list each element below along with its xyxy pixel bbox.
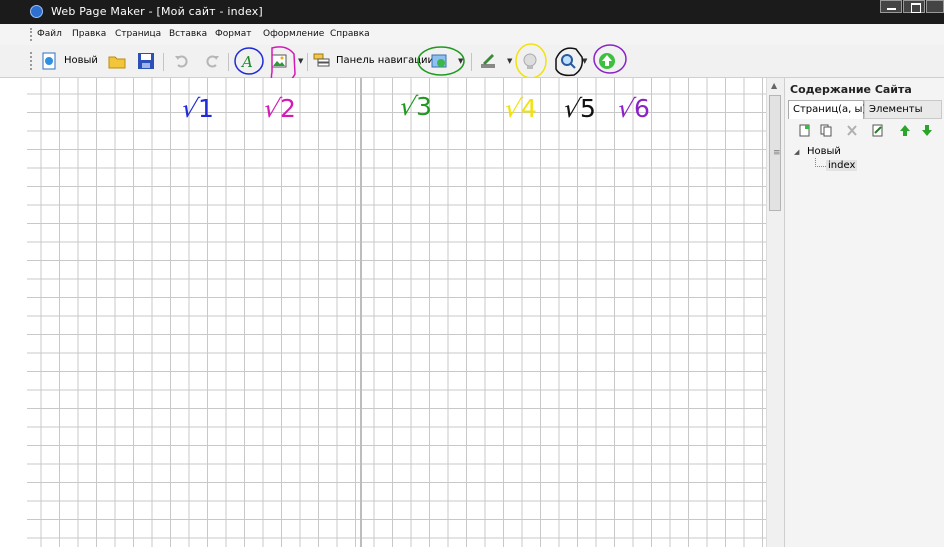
scrollbar-thumb[interactable]: ≡ <box>769 95 781 211</box>
restore-icon <box>911 3 921 13</box>
app-logo-icon <box>30 5 43 18</box>
page-properties-icon[interactable] <box>872 124 884 137</box>
delete-page-icon[interactable] <box>846 124 858 137</box>
window-title: Web Page Maker - [Мой сайт - index] <box>51 5 263 18</box>
tree-expand-icon[interactable]: ◢ <box>794 148 799 156</box>
move-up-arrow-icon[interactable] <box>899 124 911 137</box>
annotation-n2-label: 2 <box>279 94 296 123</box>
annotation-n3-label: 3 <box>415 92 432 121</box>
minimize-icon <box>887 8 896 10</box>
tree-page-index[interactable]: index <box>826 160 858 171</box>
canvas-scrollbar[interactable]: ▲ ≡ <box>766 78 784 547</box>
site-content-panel: Содержание Сайта Страниц(а, ы) Элементы … <box>784 78 944 547</box>
annotation-n4-label: 4 <box>520 94 537 123</box>
tab-elements[interactable]: Элементы <box>864 100 942 119</box>
title-bar: Web Page Maker - [Мой сайт - index] <box>0 0 944 24</box>
annotation-n6-label: 6 <box>633 94 650 123</box>
tab-pages[interactable]: Страниц(а, ы) <box>788 100 866 119</box>
page-width-guide <box>360 78 362 547</box>
annotation-n1-label: 1 <box>197 94 214 123</box>
annotation-n1: √1 <box>178 94 214 123</box>
scroll-up-icon[interactable]: ▲ <box>771 81 777 90</box>
menu-edit[interactable]: Правка <box>72 29 106 39</box>
menu-design[interactable]: Оформление <box>263 29 324 39</box>
panel-title: Содержание Сайта <box>790 83 912 96</box>
minimize-button[interactable] <box>880 0 902 13</box>
menu-bar: Файл Правка Страница Вставка Формат Офор… <box>0 24 944 46</box>
menu-help[interactable]: Справка <box>330 29 370 39</box>
annotation-n6: √6 <box>614 94 650 123</box>
annotation-n4: √4 <box>501 94 537 123</box>
menu-page[interactable]: Страница <box>115 29 161 39</box>
grip-icon: ≡ <box>773 148 781 158</box>
menu-format[interactable]: Формат <box>215 29 252 39</box>
tree-connector <box>815 158 826 167</box>
tree-root-folder[interactable]: Новый <box>807 146 841 157</box>
menu-file[interactable]: Файл <box>37 29 62 39</box>
move-down-arrow-icon[interactable] <box>921 124 933 137</box>
annotation-n3: √3 <box>396 92 432 121</box>
annotation-circles <box>234 43 627 86</box>
annotation-n5: √5 <box>560 94 596 123</box>
annotation-n2: √2 <box>260 94 296 123</box>
menu-insert[interactable]: Вставка <box>169 29 207 39</box>
copy-page-icon[interactable] <box>820 124 832 137</box>
close-button[interactable] <box>926 0 944 13</box>
annotation-n5-label: 5 <box>579 94 596 123</box>
design-canvas[interactable]: √1 √2 √3 √4 √5 √6 <box>27 78 766 547</box>
main-toolbar: Новый A ▼ Панель навигации ▼ ▼ ▼ <box>0 43 944 86</box>
add-page-icon[interactable] <box>799 124 811 137</box>
menu-grip <box>30 28 34 41</box>
restore-button[interactable] <box>903 0 925 13</box>
